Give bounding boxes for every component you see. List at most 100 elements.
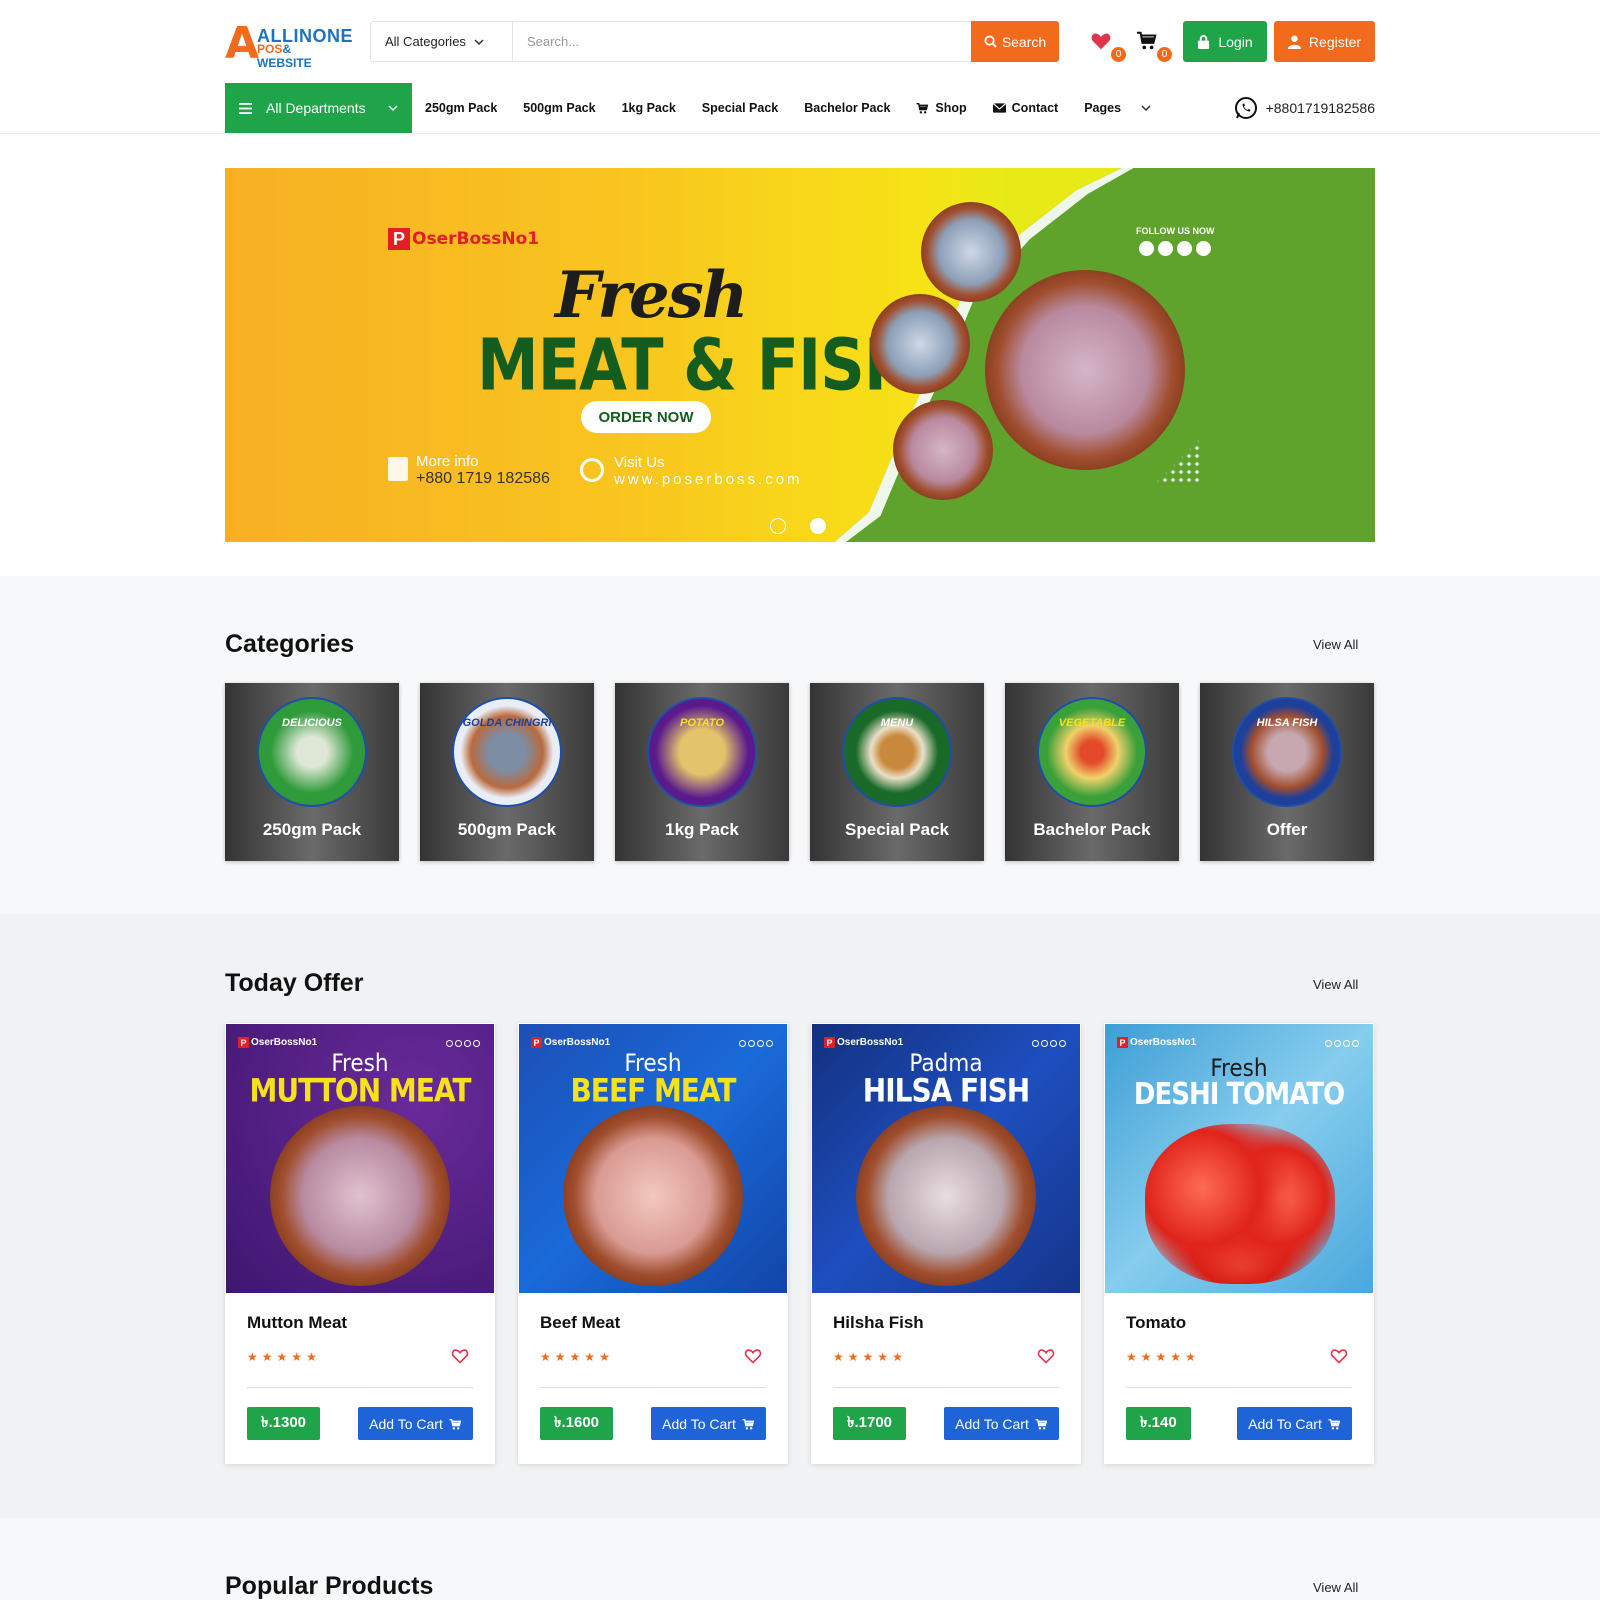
divider: [247, 1387, 473, 1388]
instagram-icon: [1196, 241, 1212, 256]
wishlist-heart-icon[interactable]: [1037, 1348, 1055, 1369]
banner-brand: P OserBossNo1: [388, 228, 539, 250]
categories-view-all[interactable]: View All: [1313, 637, 1358, 652]
popular-products-title: Popular Products: [225, 1572, 434, 1600]
social-icons: [1325, 1040, 1359, 1047]
nav-item-500gm-pack[interactable]: 500gm Pack: [523, 101, 595, 115]
category-card[interactable]: HILSA FISH Offer: [1200, 683, 1374, 861]
categories-title: Categories: [225, 630, 355, 658]
banner-script-title: Fresh: [555, 258, 748, 333]
star-icon: ★: [554, 1350, 566, 1364]
category-select-value: All Categories: [385, 34, 466, 49]
category-card[interactable]: DELICIOUS 250gm Pack: [225, 683, 399, 861]
category-select[interactable]: All Categories: [371, 22, 513, 61]
nav-item-250gm-pack[interactable]: 250gm Pack: [425, 101, 497, 115]
popular-products-view-all[interactable]: View All: [1313, 1580, 1358, 1595]
star-icon: ★: [261, 1350, 273, 1364]
shrimp-plate-image: [870, 294, 970, 394]
product-image[interactable]: P OserBossNo1 Fresh MUTTON MEAT: [226, 1024, 494, 1293]
category-tag: HILSA FISH: [1256, 717, 1318, 729]
product-brand-name: OserBossNo1: [1130, 1037, 1197, 1048]
product-image[interactable]: P OserBossNo1 Padma HILSA FISH: [812, 1024, 1080, 1293]
category-label: 250gm Pack: [262, 820, 362, 839]
add-to-cart-button[interactable]: Add To Cart: [944, 1407, 1059, 1440]
product-price: ৳.1700: [833, 1407, 907, 1440]
search-button[interactable]: Search: [971, 21, 1059, 62]
category-image: MENU: [842, 697, 952, 807]
star-icon: ★: [1140, 1350, 1152, 1364]
nav-item-bachelor-pack[interactable]: Bachelor Pack: [804, 101, 890, 115]
product-image[interactable]: P OserBossNo1 Fresh DESHI TOMATO: [1105, 1024, 1373, 1293]
category-card[interactable]: POTATO 1kg Pack: [615, 683, 789, 861]
category-image: VEGETABLE: [1037, 697, 1147, 807]
hero-banner[interactable]: P OserBossNo1 Fresh MEAT & FISH ORDER NO…: [225, 168, 1375, 542]
divider: [833, 1387, 1059, 1388]
user-icon: [1287, 35, 1301, 49]
product-headline-2: DESHI TOMATO: [1133, 1077, 1345, 1113]
product-name[interactable]: Hilsha Fish: [833, 1313, 924, 1333]
product-card[interactable]: P OserBossNo1 Padma HILSA FISH Hilsha Fis…: [811, 1023, 1081, 1464]
product-card[interactable]: P OserBossNo1 Fresh BEEF MEAT Beef Meat ★…: [518, 1023, 788, 1464]
product-image[interactable]: P OserBossNo1 Fresh BEEF MEAT: [519, 1024, 787, 1293]
login-button[interactable]: Login: [1183, 21, 1267, 62]
nav-item-pages[interactable]: Pages: [1084, 101, 1151, 115]
nav-item-1kg-pack[interactable]: 1kg Pack: [622, 101, 676, 115]
add-to-cart-button[interactable]: Add To Cart: [1237, 1407, 1352, 1440]
search-input[interactable]: [513, 22, 971, 61]
product-card[interactable]: P OserBossNo1 Fresh DESHI TOMATO Tomato ★…: [1104, 1023, 1374, 1464]
category-label: 1kg Pack: [665, 820, 739, 839]
product-name[interactable]: Mutton Meat: [247, 1313, 347, 1333]
product-headline-2: BEEF MEAT: [570, 1071, 736, 1110]
main-nav: 250gm Pack 500gm Pack 1kg Pack Special P…: [425, 98, 1177, 118]
star-icon: ★: [877, 1350, 889, 1364]
facebook-icon: [1139, 241, 1155, 256]
slider-dot-2[interactable]: [810, 518, 826, 534]
logo-line2: POS& WEBSITE: [257, 42, 345, 70]
mutton-image: [270, 1106, 450, 1286]
search-icon: [984, 35, 997, 48]
wishlist-heart-icon[interactable]: [744, 1348, 762, 1369]
star-icon: ★: [291, 1350, 303, 1364]
add-to-cart-button[interactable]: Add To Cart: [651, 1407, 766, 1440]
product-card[interactable]: P OserBossNo1 Fresh MUTTON MEAT Mutton Me…: [225, 1023, 495, 1464]
category-label: Bachelor Pack: [1033, 820, 1151, 839]
category-card[interactable]: MENU Special Pack: [810, 683, 984, 861]
cart-icon: [916, 102, 929, 114]
star-icon: ★: [276, 1350, 288, 1364]
nav-item-shop[interactable]: Shop: [916, 101, 967, 115]
slider-dot-1[interactable]: [770, 518, 786, 534]
wishlist-heart-icon[interactable]: [1330, 1348, 1348, 1369]
contact-phone[interactable]: +8801719182586: [1234, 96, 1375, 120]
product-brand: P OserBossNo1: [238, 1037, 317, 1048]
product-brand-name: OserBossNo1: [251, 1037, 318, 1048]
cart-icon: [742, 1418, 755, 1430]
category-card[interactable]: GOLDA CHINGRI 500gm Pack: [420, 683, 594, 861]
wishlist-count: 0: [1111, 47, 1126, 62]
brand-p-mark: P: [388, 228, 410, 250]
logo-line2-a: POS: [257, 42, 283, 56]
product-name[interactable]: Beef Meat: [540, 1313, 620, 1333]
visit-url: www.poserboss.com: [614, 471, 803, 488]
add-to-cart-label: Add To Cart: [369, 1415, 443, 1432]
add-to-cart-button[interactable]: Add To Cart: [358, 1407, 473, 1440]
all-departments-button[interactable]: All Departments: [225, 83, 412, 133]
order-now-button[interactable]: ORDER NOW: [581, 401, 711, 433]
product-brand-mark: P: [1117, 1037, 1128, 1048]
wishlist-heart-icon[interactable]: [451, 1348, 469, 1369]
nav-item-special-pack[interactable]: Special Pack: [702, 101, 778, 115]
envelope-icon: [992, 103, 1006, 113]
tomato-image: [1145, 1124, 1335, 1284]
star-icon: ★: [540, 1350, 551, 1364]
site-logo[interactable]: A ALLINONE POS& WEBSITE: [225, 18, 353, 70]
cart-button[interactable]: 0: [1136, 30, 1172, 62]
nav-item-contact[interactable]: Contact: [992, 101, 1058, 115]
product-name[interactable]: Tomato: [1126, 1313, 1186, 1333]
star-icon: ★: [1170, 1350, 1182, 1364]
add-to-cart-label: Add To Cart: [662, 1415, 736, 1432]
today-offer-view-all[interactable]: View All: [1313, 977, 1358, 992]
slider-dots: [770, 518, 826, 534]
category-card[interactable]: VEGETABLE Bachelor Pack: [1005, 683, 1179, 861]
register-button[interactable]: Register: [1274, 21, 1375, 62]
wishlist-button[interactable]: 0: [1090, 30, 1126, 62]
product-brand: P OserBossNo1: [531, 1037, 610, 1048]
